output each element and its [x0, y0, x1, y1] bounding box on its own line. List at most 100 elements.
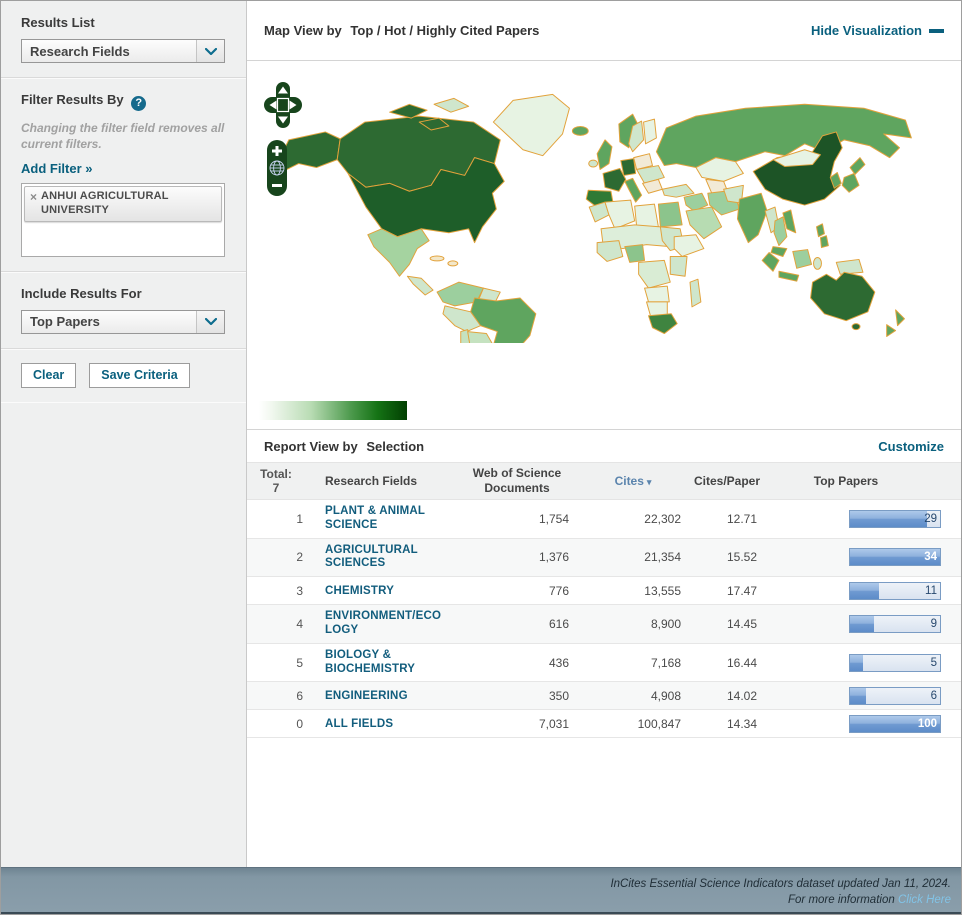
docs-value: 350: [548, 688, 569, 703]
country-australia[interactable]: [810, 271, 876, 322]
map-view-title-value: Top / Hot / Highly Cited Papers: [350, 23, 540, 38]
report-table: Total: 7 Research Fields Web of Science …: [247, 462, 961, 739]
page: Results List Research Fields Filter Resu…: [0, 0, 962, 915]
map-view-title: Map View by Top / Hot / Highly Cited Pap…: [264, 23, 539, 38]
map-controls: [263, 81, 303, 197]
map-view-header: Map View by Top / Hot / Highly Cited Pap…: [247, 1, 961, 61]
more-info-text: For more information Click Here: [1, 892, 951, 908]
research-field-link[interactable]: BIOLOGY & BIOCHEMISTRY: [325, 649, 447, 677]
filter-tag[interactable]: × ANHUI AGRICULTURAL UNIVERSITY: [24, 185, 222, 223]
cites-per-paper-value: 16.44: [726, 655, 757, 670]
hide-visualization-link[interactable]: Hide Visualization: [811, 23, 944, 38]
top-papers-bar: 6: [849, 686, 941, 705]
row-rank: 6: [296, 688, 303, 703]
research-field-link[interactable]: ENVIRONMENT/ECOLOGY: [325, 610, 447, 638]
country-italy[interactable]: [624, 177, 643, 203]
zoom-out-icon[interactable]: [272, 184, 282, 187]
research-field-link[interactable]: ENGINEERING: [325, 690, 408, 704]
country-south-africa[interactable]: [648, 313, 678, 335]
report-view-title-prefix: Report View by: [264, 438, 358, 454]
cites-value: 13,555: [644, 583, 681, 598]
top-papers-bar: 11: [849, 581, 941, 600]
docs-value: 1,754: [538, 511, 569, 526]
cites-per-paper-value: 12.71: [726, 511, 757, 526]
cites-per-paper-value: 15.52: [726, 550, 757, 565]
country-greenland[interactable]: [492, 93, 570, 157]
filter-box: × ANHUI AGRICULTURAL UNIVERSITY: [21, 182, 225, 257]
country-france[interactable]: [602, 168, 627, 192]
sort-desc-icon: ▾: [646, 477, 652, 487]
criteria-buttons: Clear Save Criteria: [1, 349, 246, 402]
row-rank: 2: [296, 550, 303, 565]
cites-value: 100,847: [637, 716, 681, 731]
research-field-link[interactable]: ALL FIELDS: [325, 718, 393, 732]
research-field-link[interactable]: PLANT & ANIMAL SCIENCE: [325, 505, 447, 533]
country-argentina[interactable]: [467, 331, 494, 343]
add-filter-link[interactable]: Add Filter »: [21, 161, 93, 176]
cites-per-paper-value: 14.02: [726, 688, 757, 703]
table-row: 2 AGRICULTURAL SCIENCES 1,376 21,354 15.…: [247, 538, 961, 578]
table-row: 3 CHEMISTRY 776 13,555 17.47 11: [247, 577, 961, 606]
map-pan-control[interactable]: [263, 81, 303, 131]
column-header-documents[interactable]: Web of Science Documents: [457, 466, 577, 496]
results-list-section: Results List Research Fields: [1, 1, 246, 78]
country-japan[interactable]: [841, 172, 860, 193]
collapse-minus-icon: [929, 28, 944, 33]
customize-link[interactable]: Customize: [878, 439, 944, 454]
column-header-top-papers[interactable]: Top Papers: [765, 474, 961, 488]
cites-value: 4,908: [650, 688, 681, 703]
footer: InCites Essential Science Indicators dat…: [1, 867, 961, 914]
row-rank: 4: [296, 616, 303, 631]
map-view-title-prefix: Map View by: [264, 23, 342, 38]
results-list-dropdown[interactable]: Research Fields: [21, 39, 225, 63]
column-header-cites[interactable]: Cites ▾: [577, 474, 689, 488]
research-field-link[interactable]: AGRICULTURAL SCIENCES: [325, 544, 447, 572]
world-map[interactable]: [271, 81, 943, 343]
map-zoom-control[interactable]: [263, 139, 291, 197]
save-criteria-button[interactable]: Save Criteria: [89, 362, 190, 388]
cites-per-paper-value: 14.45: [726, 616, 757, 631]
column-header-cites-per-paper[interactable]: Cites/Paper: [689, 474, 765, 488]
main-panel: Map View by Top / Hot / Highly Cited Pap…: [247, 1, 961, 867]
click-here-link[interactable]: Click Here: [898, 894, 951, 906]
cites-per-paper-value: 14.34: [726, 716, 757, 731]
clear-button[interactable]: Clear: [21, 362, 77, 388]
column-header-total: Total: 7: [247, 467, 305, 496]
country-uk[interactable]: [596, 139, 613, 170]
country-new-zealand[interactable]: [895, 309, 905, 327]
remove-filter-icon[interactable]: ×: [30, 190, 37, 218]
map-area: [247, 61, 961, 429]
row-rank: 1: [296, 511, 303, 526]
top-papers-bar: 29: [849, 509, 941, 528]
country-turkey[interactable]: [661, 183, 695, 198]
row-rank: 5: [296, 655, 303, 670]
country-nigeria[interactable]: [624, 244, 646, 263]
cites-value: 7,168: [650, 655, 681, 670]
chevron-down-icon[interactable]: [196, 310, 224, 333]
country-egypt[interactable]: [657, 201, 683, 228]
filter-tag-label: ANHUI AGRICULTURAL UNIVERSITY: [41, 189, 169, 216]
chevron-down-icon[interactable]: [196, 40, 224, 62]
country-saudi-arabia[interactable]: [685, 206, 723, 240]
docs-value: 776: [548, 583, 569, 598]
column-header-research-fields[interactable]: Research Fields: [305, 469, 457, 493]
map-legend-gradient: [259, 401, 407, 420]
top-papers-bar: 9: [849, 614, 941, 633]
country-madagascar[interactable]: [689, 278, 702, 308]
cites-value: 8,900: [650, 616, 681, 631]
help-icon[interactable]: ?: [131, 95, 147, 111]
country-germany[interactable]: [620, 158, 637, 176]
country-mexico[interactable]: [367, 228, 430, 277]
main-filler: [247, 738, 961, 867]
table-row: 5 BIOLOGY & BIOCHEMISTRY 436 7,168 16.44…: [247, 644, 961, 683]
research-field-link[interactable]: CHEMISTRY: [325, 585, 394, 599]
table-row: 6 ENGINEERING 350 4,908 14.02 6: [247, 682, 961, 711]
include-results-dropdown[interactable]: Top Papers: [21, 309, 225, 334]
country-india[interactable]: [736, 192, 768, 244]
dataset-updated-text: InCites Essential Science Indicators dat…: [610, 878, 951, 890]
report-view-title: Report View by Selection: [264, 439, 424, 454]
table-body: 1 PLANT & ANIMAL SCIENCE 1,754 22,302 12…: [247, 500, 961, 739]
report-view-title-value: Selection: [366, 438, 425, 454]
total-label: Total:: [260, 466, 292, 481]
hide-visualization-label: Hide Visualization: [810, 23, 922, 38]
